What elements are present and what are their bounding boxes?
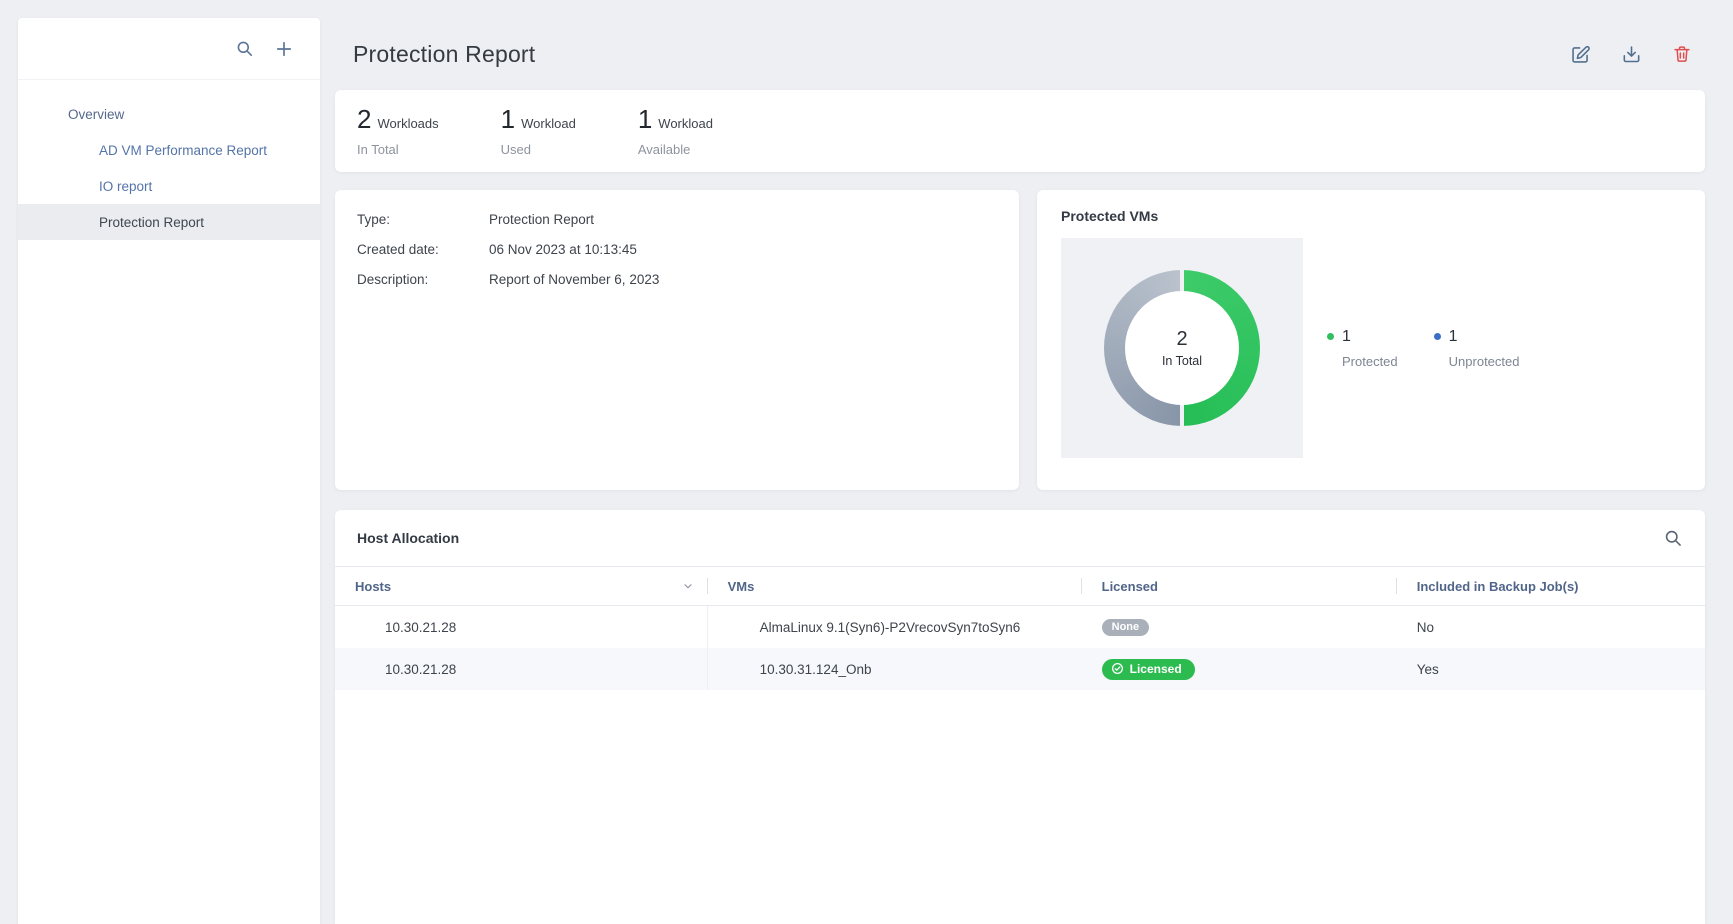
report-actions [1570, 44, 1692, 65]
middle-cards-row: Type: Protection Report Created date: 06… [335, 190, 1705, 490]
sidebar-item-io-report[interactable]: IO report [18, 168, 320, 204]
table-search-icon[interactable] [1663, 528, 1683, 548]
host-allocation-card: Host Allocation Hosts VMs [335, 510, 1705, 924]
sidebar-item-label: IO report [99, 179, 152, 194]
stat-value: 1 [501, 104, 515, 135]
workload-summary-card: 2 Workloads In Total 1 Workload Used 1 W… [335, 90, 1705, 172]
host-allocation-title: Host Allocation [357, 530, 459, 546]
license-cell: Licensed [1082, 648, 1397, 690]
check-circle-icon [1111, 662, 1124, 675]
page-title: Protection Report [353, 41, 535, 68]
legend-value: 1 [1449, 328, 1458, 346]
stat-unit: Workload [521, 116, 576, 131]
unprotected-dot-icon [1434, 333, 1441, 340]
protected-vms-title: Protected VMs [1061, 208, 1681, 224]
included-cell: No [1397, 606, 1705, 648]
stat-unit: Workload [658, 116, 713, 131]
sidebar-item-label: Protection Report [99, 215, 204, 230]
license-licensed-badge: Licensed [1102, 659, 1195, 680]
legend-label: Protected [1342, 354, 1398, 369]
column-label: Hosts [355, 579, 391, 594]
stat-caption: Available [638, 142, 713, 157]
detail-row-type: Type: Protection Report [357, 212, 997, 227]
sidebar-item-overview[interactable]: Overview [18, 96, 320, 132]
included-cell: Yes [1397, 648, 1705, 690]
stat-used-workloads: 1 Workload Used [501, 104, 576, 158]
search-icon[interactable] [235, 39, 254, 58]
vm-cell: AlmaLinux 9.1(Syn6)-P2VrecovSyn7toSyn6 [708, 606, 1082, 648]
detail-value: 06 Nov 2023 at 10:13:45 [489, 242, 637, 257]
add-report-icon[interactable] [274, 39, 294, 59]
host-cell: 10.30.21.28 [335, 606, 708, 648]
donut-legend: 1 Protected 1 Unprotected [1327, 328, 1519, 369]
donut-center: 2 In Total [1125, 291, 1239, 405]
stat-value: 2 [357, 104, 371, 135]
stat-caption: In Total [357, 142, 439, 157]
protected-vms-card: Protected VMs 2 In Total [1037, 190, 1705, 490]
sidebar-item-ad-vm-performance-report[interactable]: AD VM Performance Report [18, 132, 320, 168]
stat-available-workloads: 1 Workload Available [638, 104, 713, 158]
stat-total-workloads: 2 Workloads In Total [357, 104, 439, 158]
delete-report-icon[interactable] [1672, 44, 1692, 64]
report-details-card: Type: Protection Report Created date: 06… [335, 190, 1019, 490]
detail-label: Description: [357, 272, 489, 287]
app-root: Overview AD VM Performance Report IO rep… [0, 0, 1733, 924]
column-label: VMs [728, 579, 755, 594]
license-cell: None [1082, 606, 1397, 648]
host-allocation-table: Hosts VMs Licensed Included in Backup Jo… [335, 566, 1705, 690]
edit-report-icon[interactable] [1570, 44, 1591, 65]
license-badge-label: Licensed [1130, 662, 1182, 676]
sidebar-item-label: Overview [68, 107, 124, 122]
chevron-down-icon[interactable] [682, 580, 694, 592]
stat-value: 1 [638, 104, 652, 135]
report-nav: Overview AD VM Performance Report IO rep… [18, 80, 320, 240]
host-cell: 10.30.21.28 [335, 648, 708, 690]
sidebar-item-protection-report[interactable]: Protection Report [18, 204, 320, 240]
protected-vms-donut-chart: 2 In Total [1104, 270, 1260, 426]
detail-row-created-date: Created date: 06 Nov 2023 at 10:13:45 [357, 242, 997, 257]
table-row[interactable]: 10.30.21.28 10.30.31.124_Onb Licensed Ye… [335, 648, 1705, 690]
donut-total-label: In Total [1162, 354, 1202, 368]
detail-value: Protection Report [489, 212, 594, 227]
license-none-badge: None [1102, 619, 1150, 636]
vm-cell: 10.30.31.124_Onb [708, 648, 1082, 690]
page-header: Protection Report [335, 18, 1705, 90]
legend-item-protected: 1 Protected [1327, 328, 1398, 369]
download-report-icon[interactable] [1621, 44, 1642, 65]
legend-value: 1 [1342, 328, 1351, 346]
column-header-licensed: Licensed [1082, 567, 1397, 605]
detail-label: Created date: [357, 242, 489, 257]
column-header-vms: VMs [708, 567, 1082, 605]
main-content: Protection Report 2 Workloads [335, 18, 1705, 924]
column-label: Included in Backup Job(s) [1417, 579, 1579, 594]
table-header-row: Hosts VMs Licensed Included in Backup Jo… [335, 566, 1705, 606]
sidebar-toolbar [18, 18, 320, 80]
host-allocation-header: Host Allocation [335, 510, 1705, 566]
legend-label: Unprotected [1449, 354, 1520, 369]
stat-caption: Used [501, 142, 576, 157]
protected-dot-icon [1327, 333, 1334, 340]
column-header-hosts: Hosts [335, 567, 708, 605]
table-row[interactable]: 10.30.21.28 AlmaLinux 9.1(Syn6)-P2Vrecov… [335, 606, 1705, 648]
donut-total-value: 2 [1176, 328, 1187, 351]
legend-item-unprotected: 1 Unprotected [1434, 328, 1520, 369]
detail-row-description: Description: Report of November 6, 2023 [357, 272, 997, 287]
sidebar-item-label: AD VM Performance Report [99, 143, 267, 158]
column-label: Licensed [1102, 579, 1158, 594]
column-header-included-in-backup-jobs: Included in Backup Job(s) [1397, 567, 1705, 605]
sidebar: Overview AD VM Performance Report IO rep… [18, 18, 320, 924]
donut-chart-area: 2 In Total [1061, 238, 1303, 458]
stat-unit: Workloads [377, 116, 438, 131]
detail-label: Type: [357, 212, 489, 227]
detail-value: Report of November 6, 2023 [489, 272, 659, 287]
